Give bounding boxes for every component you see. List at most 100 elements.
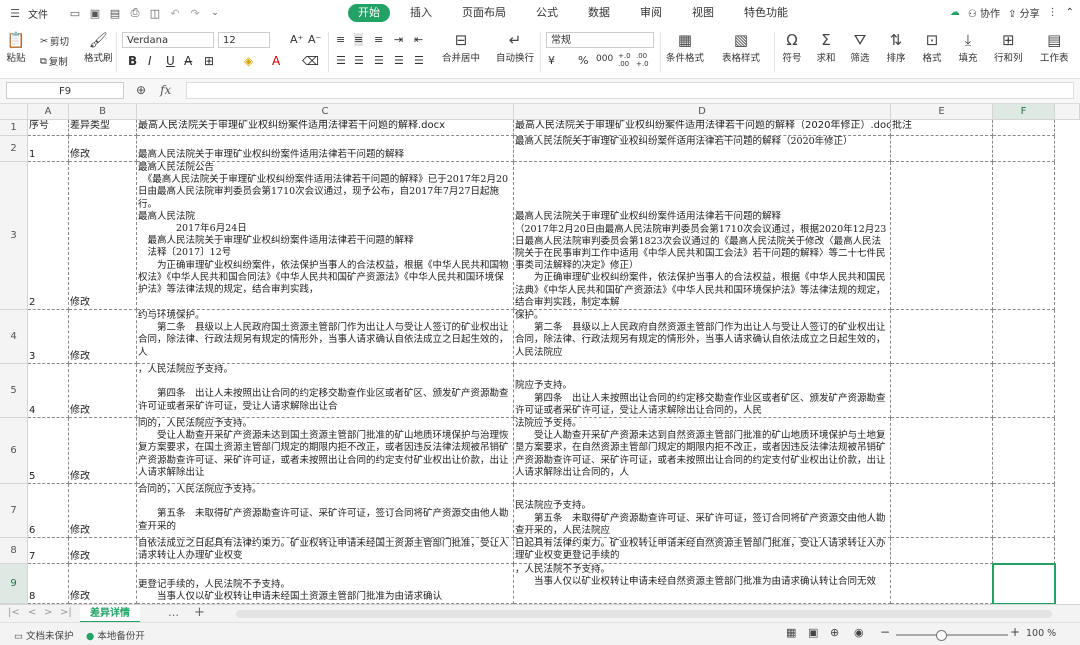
zoom-out-icon[interactable]: −: [880, 625, 890, 639]
cell-comment[interactable]: [891, 564, 993, 604]
column-header-a[interactable]: A: [28, 104, 69, 120]
cell-empty[interactable]: [993, 418, 1055, 484]
font-size-select[interactable]: 12: [218, 32, 270, 48]
cell-target-text[interactable]: 最高人民法院关于审理矿业权纠纷案件适用法律若干问题的解释（2020年修正）: [514, 136, 891, 162]
sort-button[interactable]: ⇅ 排序: [886, 30, 906, 64]
cell-seq[interactable]: 7: [28, 538, 69, 564]
align-top-icon[interactable]: ≡: [336, 33, 345, 46]
zoom-slider[interactable]: [896, 630, 1008, 641]
distribute-icon[interactable]: ☰: [414, 54, 424, 67]
more-sheets-icon[interactable]: …: [168, 606, 179, 619]
underline-icon[interactable]: U: [166, 54, 175, 68]
next-sheet-icon[interactable]: >: [44, 607, 52, 618]
cell-seq[interactable]: 3: [28, 310, 69, 364]
merge-center-button[interactable]: ⊟ 合并居中: [442, 30, 480, 64]
formula-input[interactable]: [186, 82, 1074, 99]
doc-protect-status[interactable]: ▭ 文档未保护: [14, 628, 74, 642]
zoom-level[interactable]: 100 %: [1026, 628, 1056, 639]
print-icon[interactable]: ⎙: [128, 6, 142, 20]
collab-button[interactable]: ⚇ 协作: [968, 5, 1000, 20]
format-button[interactable]: ⊡ 格式: [922, 30, 942, 64]
percent-icon[interactable]: %: [578, 54, 588, 67]
cell-source-text[interactable]: 约与环境保护。 第二条 县级以上人民政府国土资源主管部门作为出让人与受让人签订的…: [137, 310, 514, 364]
align-center-icon[interactable]: ☰: [354, 54, 364, 67]
decrease-font-icon[interactable]: A⁻: [308, 33, 321, 46]
cell-empty[interactable]: [993, 120, 1055, 136]
italic-icon[interactable]: I: [148, 54, 152, 68]
fill-color-icon[interactable]: ◈: [244, 54, 253, 68]
cell-source-doc-header[interactable]: 最高人民法院关于审理矿业权纠纷案件适用法律若干问题的解释.docx: [137, 120, 514, 136]
cell-empty[interactable]: [993, 364, 1055, 418]
cell-seq[interactable]: 1: [28, 136, 69, 162]
more-dropdown-icon[interactable]: ⌄: [208, 6, 222, 20]
copy-button[interactable]: ⧉ 复制: [40, 54, 68, 69]
fill-button[interactable]: ⤓ 填充: [958, 30, 978, 64]
cell-source-text[interactable]: 同的，人民法院应予支持。 受让人勘查开采矿产资源未达到国土资源主管部门批准的矿山…: [137, 418, 514, 484]
tab-data[interactable]: 数据: [578, 4, 620, 22]
cell-target-text[interactable]: 法院应予支持。 受让人勘查开采矿产资源未达到自然资源主管部门批准的矿山地质环境保…: [514, 418, 891, 484]
indent-icon[interactable]: ⇥: [394, 33, 403, 46]
cut-button[interactable]: ✂ 剪切: [40, 34, 69, 49]
cloud-sync-icon[interactable]: ☁: [950, 7, 960, 18]
cell-empty[interactable]: [993, 162, 1055, 310]
redo-icon[interactable]: ↷: [188, 6, 202, 20]
sum-button[interactable]: Σ 求和: [816, 30, 836, 64]
justify-icon[interactable]: ☰: [394, 54, 404, 67]
cell-target-doc-header[interactable]: 最高人民法院关于审理矿业权纠纷案件适用法律若干问题的解释（2020年修正）.do…: [514, 120, 891, 136]
zoom-slider-thumb[interactable]: [936, 630, 947, 641]
cell-source-text[interactable]: ，人民法院应予支持。 第四条 出让人未按照出让合同的约定移交勘查作业区或者矿区、…: [137, 364, 514, 418]
cell-seq[interactable]: 8: [28, 564, 69, 604]
cell-comment[interactable]: [891, 136, 993, 162]
save-as-icon[interactable]: ▤: [108, 6, 122, 20]
print-preview-icon[interactable]: ◫: [148, 6, 162, 20]
cell-empty[interactable]: [993, 136, 1055, 162]
font-name-select[interactable]: Verdana: [122, 32, 214, 48]
undo-icon[interactable]: ↶: [168, 6, 182, 20]
tab-insert[interactable]: 插入: [400, 4, 442, 22]
cell-seq[interactable]: 6: [28, 484, 69, 538]
cell-comment[interactable]: [891, 364, 993, 418]
cell-seq[interactable]: 5: [28, 418, 69, 484]
normal-view-icon[interactable]: ▦: [786, 626, 796, 639]
select-all-corner[interactable]: [0, 104, 28, 120]
rows-columns-button[interactable]: ⊞ 行和列: [994, 30, 1023, 64]
cell-target-text[interactable]: 保护。 第二条 县级以上人民政府自然资源主管部门作为出让人与受让人签订的矿业权出…: [514, 310, 891, 364]
prev-sheet-icon[interactable]: <: [28, 607, 36, 618]
cell-empty[interactable]: [993, 538, 1055, 564]
save-icon[interactable]: ▣: [88, 6, 102, 20]
tab-view[interactable]: 视图: [682, 4, 724, 22]
cell-source-text[interactable]: 更登记手续的，人民法院不予支持。 当事人仅以矿业权转让申请未经国土资源主管部门批…: [137, 564, 514, 604]
align-left-icon[interactable]: ☰: [336, 54, 346, 67]
zoom-icon[interactable]: ⊕: [136, 83, 146, 97]
cell-empty[interactable]: [993, 310, 1055, 364]
last-sheet-icon[interactable]: >|: [60, 607, 72, 618]
clear-format-icon[interactable]: ⌫: [302, 54, 319, 68]
tab-review[interactable]: 审阅: [630, 4, 672, 22]
filter-button[interactable]: ⛛ 筛选: [850, 30, 870, 64]
first-sheet-icon[interactable]: |<: [8, 607, 20, 618]
wrap-text-button[interactable]: ↵ 自动换行: [496, 30, 534, 64]
cell-diff-type[interactable]: 修改: [69, 418, 137, 484]
increase-font-icon[interactable]: A⁺: [290, 33, 303, 46]
conditional-format-button[interactable]: ▦ 条件格式: [666, 30, 704, 64]
strikethrough-icon[interactable]: A̶: [184, 54, 192, 68]
zoom-in-icon[interactable]: +: [1010, 625, 1020, 639]
tab-home[interactable]: 开始: [348, 4, 390, 22]
outdent-icon[interactable]: ⇤: [414, 33, 423, 46]
hamburger-menu-icon[interactable]: ☰: [8, 6, 22, 20]
format-painter-button[interactable]: 🖌 格式刷: [84, 30, 113, 64]
worksheet-button[interactable]: ▤ 工作表: [1040, 30, 1069, 64]
local-backup-status[interactable]: ● 本地备份开: [86, 628, 145, 642]
cell-source-text[interactable]: 最高人民法院公告 《最高人民法院关于审理矿业权纠纷案件适用法律若干问题的解释》已…: [137, 162, 514, 310]
cell-diff-type[interactable]: 修改: [69, 162, 137, 310]
cell-target-text[interactable]: 最高人民法院关于审理矿业权纠纷案件适用法律若干问题的解释 （2017年2月20日…: [514, 162, 891, 310]
row-header[interactable]: 6: [0, 418, 28, 484]
decrease-decimal-icon[interactable]: .00 +.0: [636, 52, 650, 68]
cell-comment[interactable]: [891, 310, 993, 364]
symbol-button[interactable]: Ω 符号: [782, 30, 802, 64]
cell-diff-type[interactable]: 修改: [69, 310, 137, 364]
cell-diff-type-header[interactable]: 差异类型: [69, 120, 137, 136]
column-header-d[interactable]: D: [514, 104, 891, 120]
cell-seq-header[interactable]: 序号: [28, 120, 69, 136]
increase-decimal-icon[interactable]: +.0 .00: [618, 52, 632, 68]
